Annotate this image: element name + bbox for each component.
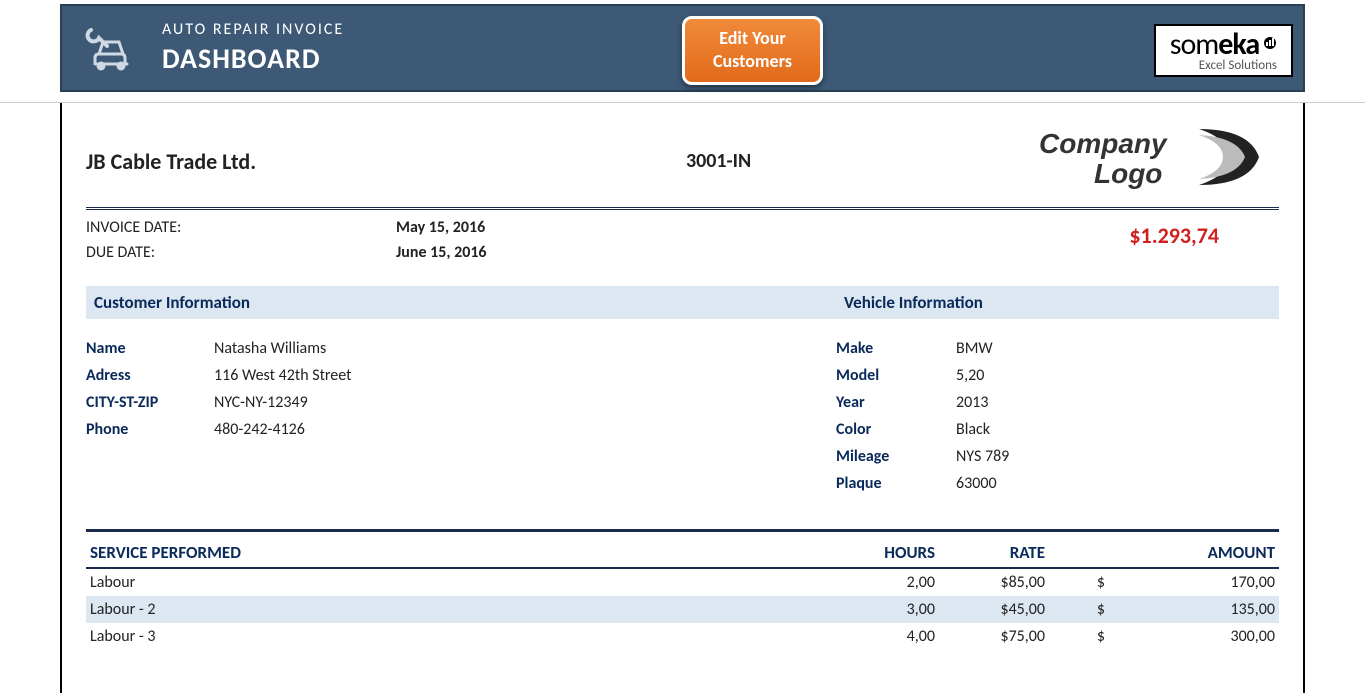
svc-currency: $	[1045, 573, 1105, 592]
topbar-titles: AUTO REPAIR INVOICE DASHBOARD	[162, 20, 344, 76]
col-cur-head	[1045, 542, 1105, 563]
customer-info-title: Customer Information	[94, 292, 844, 313]
edit-customers-button[interactable]: Edit Your Customers	[682, 16, 823, 85]
customer-address-value: 116 West 42th Street	[214, 366, 351, 385]
customer-name-label: Name	[86, 339, 214, 358]
vehicle-column: MakeBMW Model5,20 Year2013 ColorBlack Mi…	[836, 339, 1279, 501]
info-section-bar: Customer Information Vehicle Information	[86, 286, 1279, 319]
service-table-head: SERVICE PERFORMED HOURS RATE AMOUNT	[86, 532, 1279, 569]
customer-address-label: Adress	[86, 366, 214, 385]
customer-phone-label: Phone	[86, 420, 214, 439]
svc-rate: $85,00	[935, 573, 1045, 592]
someka-badge: someka Excel Solutions	[1154, 24, 1293, 77]
svc-amount: 300,00	[1105, 627, 1275, 646]
logo-text-2: Logo	[1094, 158, 1162, 189]
customer-phone-value: 480-242-4126	[214, 420, 305, 439]
vehicle-make-value: BMW	[956, 339, 993, 358]
svc-amount: 170,00	[1105, 573, 1275, 592]
vehicle-info-title: Vehicle Information	[844, 292, 983, 313]
invoice-number: 3001-IN	[686, 149, 986, 173]
customer-name-value: Natasha Williams	[214, 339, 326, 358]
company-name: JB Cable Trade Ltd.	[86, 148, 686, 175]
vehicle-plaque-value: 63000	[956, 474, 997, 493]
topbar: AUTO REPAIR INVOICE DASHBOARD Edit Your …	[60, 4, 1305, 92]
col-rate-head: RATE	[935, 542, 1045, 563]
due-date-value: June 15, 2016	[396, 243, 487, 262]
customer-csz-label: CITY-ST-ZIP	[86, 393, 214, 412]
vehicle-color-value: Black	[956, 420, 990, 439]
vehicle-plaque-label: Plaque	[836, 474, 956, 493]
table-row: Labour 2,00 $85,00 $ 170,00	[86, 569, 1279, 596]
table-row: Labour - 2 3,00 $45,00 $ 135,00	[86, 596, 1279, 623]
vehicle-mileage-label: Mileage	[836, 447, 956, 466]
someka-dot-icon	[1263, 36, 1277, 50]
vehicle-color-label: Color	[836, 420, 956, 439]
edit-btn-line1: Edit Your	[713, 27, 792, 50]
customer-column: NameNatasha Williams Adress116 West 42th…	[86, 339, 836, 501]
vehicle-year-value: 2013	[956, 393, 988, 412]
svc-name: Labour	[90, 573, 825, 592]
col-hours-head: HOURS	[825, 542, 935, 563]
svc-hours: 2,00	[825, 573, 935, 592]
svc-currency: $	[1045, 600, 1105, 619]
svc-name: Labour - 3	[90, 627, 825, 646]
logo-text-1: Company	[1039, 128, 1168, 159]
customer-csz-value: NYC-NY-12349	[214, 393, 308, 412]
svc-hours: 3,00	[825, 600, 935, 619]
svc-currency: $	[1045, 627, 1105, 646]
vehicle-model-value: 5,20	[956, 366, 984, 385]
topbar-subtitle: AUTO REPAIR INVOICE	[162, 20, 344, 39]
invoice-total: $1.293,74	[1129, 218, 1279, 268]
svc-rate: $45,00	[935, 600, 1045, 619]
invoice-header-row: JB Cable Trade Ltd. 3001-IN Company Logo	[86, 121, 1279, 201]
someka-brand: someka	[1170, 30, 1277, 60]
dates-block: INVOICE DATE: May 15, 2016 DUE DATE: Jun…	[86, 218, 1279, 268]
col-amount-head: AMOUNT	[1105, 542, 1275, 563]
svc-hours: 4,00	[825, 627, 935, 646]
vehicle-make-label: Make	[836, 339, 956, 358]
wrench-car-icon	[74, 13, 154, 83]
svc-name: Labour - 2	[90, 600, 825, 619]
svc-amount: 135,00	[1105, 600, 1275, 619]
vehicle-mileage-value: NYS 789	[956, 447, 1009, 466]
double-rule	[86, 207, 1279, 210]
invoice-date-value: May 15, 2016	[396, 218, 485, 237]
vehicle-model-label: Model	[836, 366, 956, 385]
info-grid: NameNatasha Williams Adress116 West 42th…	[86, 339, 1279, 501]
invoice-date-label: INVOICE DATE:	[86, 218, 396, 237]
table-row: Labour - 3 4,00 $75,00 $ 300,00	[86, 623, 1279, 650]
invoice-sheet: JB Cable Trade Ltd. 3001-IN Company Logo…	[60, 103, 1305, 693]
edit-btn-line2: Customers	[713, 50, 792, 73]
due-date-label: DUE DATE:	[86, 243, 396, 262]
vehicle-year-label: Year	[836, 393, 956, 412]
topbar-title: DASHBOARD	[162, 41, 344, 76]
col-service-head: SERVICE PERFORMED	[90, 542, 825, 563]
svc-rate: $75,00	[935, 627, 1045, 646]
company-logo: Company Logo	[1029, 121, 1279, 201]
